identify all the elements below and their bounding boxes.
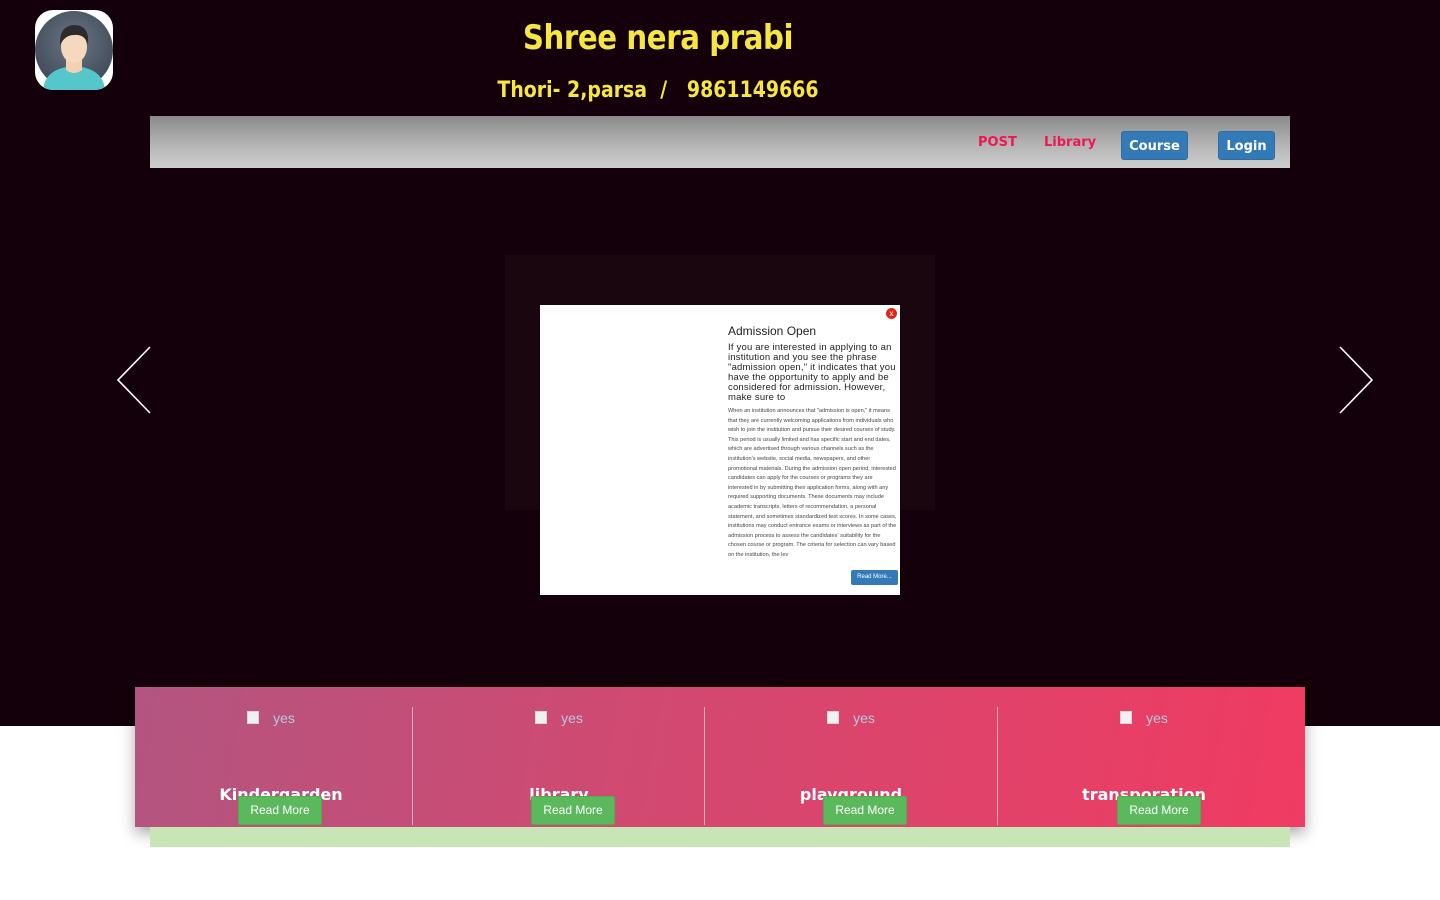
feature-image-alt: yes <box>273 710 295 726</box>
login-button[interactable]: Login <box>1218 131 1275 160</box>
modal-read-more-button[interactable]: Read More... <box>851 570 898 585</box>
modal-body-text: When an institution announces that "admi… <box>728 408 897 558</box>
chevron-right-icon <box>1339 346 1374 414</box>
close-icon[interactable]: x <box>886 308 897 319</box>
footer-strip <box>150 827 1290 847</box>
broken-image-icon <box>1120 711 1133 724</box>
feature-image: yes <box>705 707 997 729</box>
nav-link-post[interactable]: POST <box>978 135 1017 150</box>
chevron-left-icon <box>116 346 151 414</box>
read-more-button[interactable]: Read More <box>238 796 322 825</box>
feature-image: yes <box>998 707 1290 729</box>
broken-image-icon <box>827 711 840 724</box>
admission-modal: x Admission Open If you are interested i… <box>540 305 900 595</box>
broken-image-icon <box>247 711 260 724</box>
features-panel: yes Kindergarden Read More yes library R… <box>135 687 1305 827</box>
modal-title: Admission Open <box>728 324 817 338</box>
feature-card: yes playground Read More <box>704 707 997 825</box>
feature-image-alt: yes <box>561 710 583 726</box>
read-more-button[interactable]: Read More <box>531 796 615 825</box>
carousel-next-button[interactable] <box>1338 345 1374 420</box>
navbar: POST Library Course Login <box>150 116 1290 168</box>
read-more-button[interactable]: Read More <box>1117 796 1201 825</box>
site-title: Shree nera prabi <box>522 18 794 58</box>
feature-image-alt: yes <box>1146 710 1168 726</box>
feature-card: yes transporation Read More <box>997 707 1290 825</box>
nav-link-library[interactable]: Library <box>1044 135 1096 150</box>
read-more-button[interactable]: Read More <box>823 796 907 825</box>
feature-image: yes <box>413 707 705 729</box>
feature-image: yes <box>125 707 417 729</box>
feature-card: yes library Read More <box>412 707 705 825</box>
feature-image-alt: yes <box>853 710 875 726</box>
feature-card: yes Kindergarden Read More <box>135 707 427 825</box>
broken-image-icon <box>535 711 548 724</box>
carousel-prev-button[interactable] <box>116 345 152 420</box>
modal-lead-text: If you are interested in applying to an … <box>728 342 896 403</box>
site-subtitle: Thori- 2,parsa / 9861149666 <box>497 78 819 103</box>
course-button[interactable]: Course <box>1121 131 1188 160</box>
